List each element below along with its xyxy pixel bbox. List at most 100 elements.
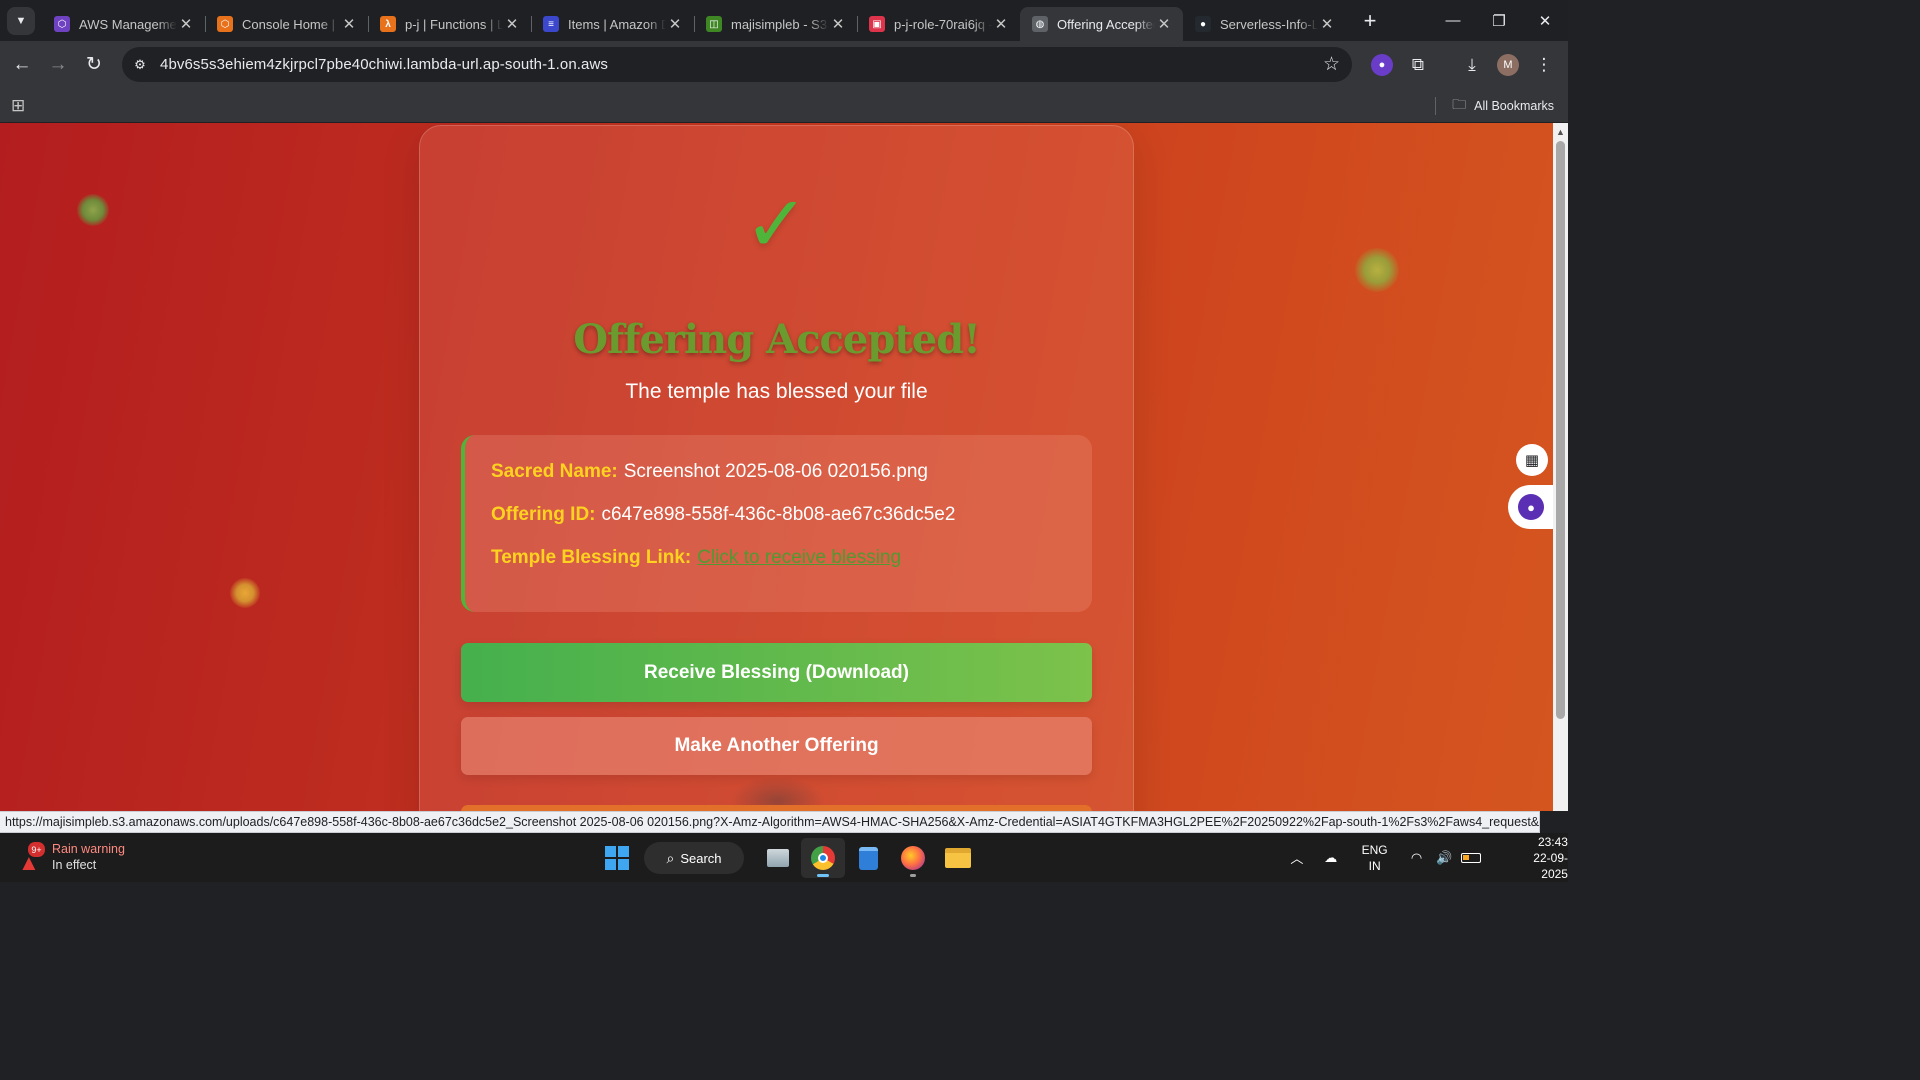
success-card: ✓ Offering Accepted! The temple has bles…	[419, 125, 1134, 811]
notepad-app[interactable]	[846, 838, 890, 878]
scroll-thumb[interactable]	[1556, 141, 1565, 719]
s3-favicon-icon: ◫	[706, 16, 722, 32]
make-another-offering-button[interactable]: Make Another Offering	[461, 717, 1092, 775]
firefox-app[interactable]	[891, 838, 935, 878]
downloads-button[interactable]: ⤓	[1454, 47, 1490, 83]
minimize-icon: —	[1445, 12, 1461, 29]
apps-grid-icon[interactable]: ⊞	[11, 96, 25, 116]
close-icon[interactable]: ✕	[666, 15, 684, 33]
close-icon: ✕	[1538, 12, 1552, 30]
site-info-button[interactable]: ⚙	[127, 52, 153, 78]
sacred-name-value: Screenshot 2025-08-06 020156.png	[623, 461, 928, 482]
tab-offering-accepted[interactable]: ◍ Offering Accepted ✕	[1020, 7, 1183, 41]
tab-iam-role[interactable]: ▣ p-j-role-70rai6jq - IAM ✕	[857, 7, 1020, 41]
windows-logo-icon	[605, 859, 616, 870]
arrow-left-icon: ←	[12, 53, 32, 75]
firefox-icon	[901, 846, 925, 870]
region-code: IN	[1368, 858, 1381, 873]
blessing-link-row: Temple Blessing Link: Click to receive bl…	[491, 547, 901, 569]
file-explorer-app[interactable]	[936, 838, 980, 878]
tab-title: AWS Management Console	[79, 16, 177, 32]
close-icon[interactable]: ✕	[503, 15, 521, 33]
close-icon[interactable]: ✕	[992, 15, 1010, 33]
restore-button[interactable]: ❐	[1476, 0, 1522, 41]
taskbar-search[interactable]: ⌕ Search	[644, 842, 744, 874]
running-indicator	[910, 874, 916, 877]
lambda-favicon-icon: λ	[380, 16, 396, 32]
browser-toolbar: ← → ↻ ⚙ 4bv6s5s3ehiem4zkjrpcl7pbe40chiwi…	[0, 41, 1568, 88]
sacred-name-label: Sacred Name:	[491, 461, 618, 482]
close-window-button[interactable]: ✕	[1522, 0, 1568, 41]
puzzle-icon: ⧉	[1411, 54, 1425, 74]
reload-icon: ↻	[86, 54, 102, 75]
download-button[interactable]: Receive Blessing (Download)	[461, 643, 1092, 702]
close-icon[interactable]: ✕	[177, 15, 195, 33]
bookmark-star-icon[interactable]: ☆	[1323, 53, 1340, 76]
forward-button[interactable]: →	[40, 47, 76, 83]
chat-bubble-icon: ●	[1371, 53, 1393, 76]
address-url[interactable]: 4bv6s5s3ehiem4zkjrpcl7pbe40chiwi.lambda-…	[160, 56, 608, 73]
dynamodb-favicon-icon: ≡	[543, 16, 559, 32]
globe-favicon-icon: ◍	[1032, 16, 1048, 32]
chrome-app[interactable]	[801, 838, 845, 878]
weather-warning-icon: ▲ 9+	[16, 842, 46, 875]
assistant-side-button[interactable]: ●	[1508, 485, 1554, 529]
page-subtitle: The temple has blessed your file	[625, 380, 928, 403]
weather-widget[interactable]: ▲ 9+ Rain warning In effect	[16, 841, 125, 875]
weather-title: Rain warning	[52, 842, 125, 856]
tab-title: p-j-role-70rai6jq - IAM	[894, 16, 992, 32]
iam-favicon-icon: ▣	[869, 16, 885, 32]
reload-button[interactable]: ↻	[76, 47, 112, 83]
blessing-link[interactable]: Click to receive blessing	[697, 547, 901, 568]
search-icon: ⌕	[666, 849, 675, 866]
system-tray: ︿ ☁ ENG IN ◠ 🔊 23:43 22-09-2025	[1286, 833, 1568, 882]
offering-id-value: c647e898-558f-436c-8b08-ae67c36dc5e2	[601, 504, 956, 525]
scroll-up-icon[interactable]: ▲	[1556, 127, 1565, 137]
close-icon[interactable]: ✕	[1155, 15, 1173, 33]
tab-title: Offering Accepted	[1057, 16, 1155, 32]
console-favicon-icon: ⬡	[217, 16, 233, 32]
onedrive-icon[interactable]: ☁	[1320, 850, 1342, 866]
clock-time: 23:43	[1537, 834, 1568, 849]
tab-s3-bucket[interactable]: ◫ majisimpleb - S3 bucket ✕	[694, 7, 857, 41]
back-button[interactable]: ←	[4, 47, 40, 83]
wifi-icon[interactable]: ◠	[1406, 850, 1428, 866]
tab-search-button[interactable]: ▼	[7, 6, 35, 35]
menu-button[interactable]: ⋮	[1526, 47, 1562, 83]
all-bookmarks-button[interactable]: 🗀 All Bookmarks	[1435, 94, 1554, 118]
side-panel-button[interactable]: ▦	[1516, 444, 1548, 476]
clock[interactable]: 23:43 22-09-2025	[1507, 834, 1568, 882]
language-indicator[interactable]: ENG IN	[1362, 842, 1388, 874]
folder-icon: 🗀	[1452, 96, 1467, 112]
ai-extension-button[interactable]: ●	[1364, 47, 1400, 83]
close-icon[interactable]: ✕	[829, 15, 847, 33]
new-tab-button[interactable]: +	[1356, 8, 1384, 34]
close-icon[interactable]: ✕	[340, 15, 358, 33]
tab-github-serverless[interactable]: ● Serverless-Info-Lambda ✕	[1183, 7, 1346, 41]
minimize-button[interactable]: —	[1430, 0, 1476, 41]
address-bar[interactable]: ⚙ 4bv6s5s3ehiem4zkjrpcl7pbe40chiwi.lambd…	[122, 47, 1352, 82]
chrome-icon	[811, 846, 835, 870]
task-view-icon	[767, 849, 789, 867]
volume-icon[interactable]: 🔊	[1433, 850, 1455, 866]
weather-subtitle: In effect	[52, 858, 97, 872]
start-button[interactable]	[600, 841, 634, 875]
tab-lambda-functions[interactable]: λ p-j | Functions | Lambda ✕	[368, 7, 531, 41]
tab-console-home[interactable]: ⬡ Console Home | Console Home ✕	[205, 7, 368, 41]
plus-icon: +	[1363, 7, 1377, 33]
battery-icon[interactable]	[1461, 852, 1482, 863]
chevron-up-icon[interactable]: ︿	[1286, 848, 1308, 867]
running-indicator	[817, 874, 829, 877]
tune-icon: ⚙	[134, 56, 146, 72]
extensions-button[interactable]: ⧉	[1400, 47, 1436, 83]
close-icon[interactable]: ✕	[1318, 15, 1336, 33]
tab-aws-management[interactable]: ⬡ AWS Management Console ✕	[42, 7, 205, 41]
task-view-button[interactable]	[756, 838, 800, 878]
tab-title: Serverless-Info-Lambda	[1220, 16, 1318, 32]
decorative-orb	[77, 194, 109, 226]
weather-text: Rain warning In effect	[52, 841, 125, 873]
profile-button[interactable]: M	[1490, 47, 1526, 83]
tab-title: majisimpleb - S3 bucket	[731, 16, 829, 32]
tab-dynamodb-items[interactable]: ≡ Items | Amazon DynamoDB ✕	[531, 7, 694, 41]
vertical-scrollbar[interactable]: ▲ ▼	[1553, 123, 1568, 811]
